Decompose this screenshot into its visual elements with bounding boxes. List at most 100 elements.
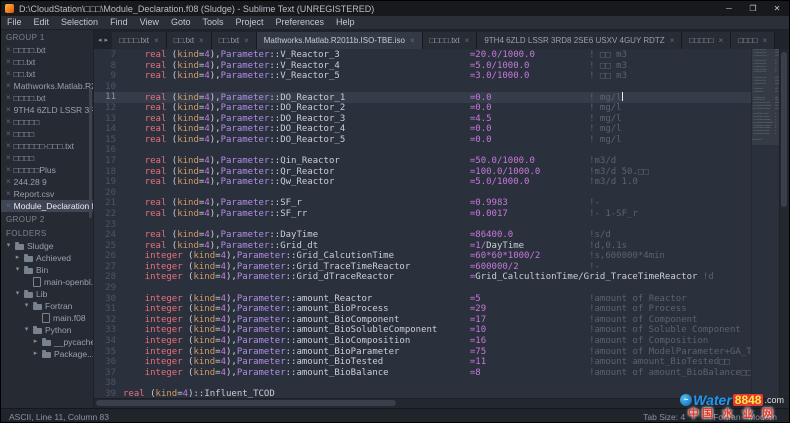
- tab-close-icon[interactable]: ×: [410, 36, 415, 45]
- code-line[interactable]: 21 real (kind=4),Parameter::SF_r =0.9983…: [94, 198, 751, 209]
- code-line[interactable]: 8 real (kind=4),Parameter::V_Reactor_4 =…: [94, 61, 751, 72]
- tree-item[interactable]: ▸ __pycache__: [1, 336, 93, 348]
- code-line[interactable]: 17 real (kind=4),Parameter::Qin_Reactor …: [94, 156, 751, 167]
- code-line[interactable]: 25 real (kind=4),Parameter::Grid_dt =1/D…: [94, 241, 751, 252]
- maximize-button[interactable]: ❐: [741, 1, 765, 16]
- code-line[interactable]: 29: [94, 283, 751, 294]
- code-line[interactable]: 22 real (kind=4),Parameter::SF_rr =0.001…: [94, 209, 751, 220]
- close-file-icon[interactable]: ×: [6, 92, 11, 104]
- open-file-item[interactable]: × □□□□: [1, 152, 93, 164]
- code-line[interactable]: 35 integer (kind=4),Parameter::amount_Bi…: [94, 347, 751, 358]
- vertical-scrollbar[interactable]: [779, 49, 789, 398]
- tab-close-icon[interactable]: ×: [244, 36, 249, 45]
- minimap-viewport[interactable]: [752, 49, 779, 145]
- close-file-icon[interactable]: ×: [6, 68, 11, 80]
- code-line[interactable]: 15 real (kind=4),Parameter::DO_Reactor_5…: [94, 135, 751, 146]
- close-file-icon[interactable]: ×: [6, 44, 11, 56]
- menu-item-file[interactable]: File: [1, 16, 28, 29]
- disclosure-collapsed-icon[interactable]: ▸: [32, 348, 39, 360]
- open-file-item[interactable]: × □□□□□: [1, 116, 93, 128]
- minimize-button[interactable]: ─: [717, 1, 741, 16]
- open-file-item[interactable]: × □□□□.txt: [1, 44, 93, 56]
- menu-item-find[interactable]: Find: [104, 16, 134, 29]
- disclosure-expanded-icon[interactable]: ▾: [23, 300, 30, 312]
- code-line[interactable]: 10: [94, 82, 751, 93]
- open-file-item[interactable]: × Module_Declaration.f: [1, 200, 93, 212]
- code-line[interactable]: 16: [94, 145, 751, 156]
- code-area[interactable]: 7 real (kind=4),Parameter::V_Reactor_3 =…: [94, 49, 751, 398]
- tree-item[interactable]: ▾ Fortran: [1, 300, 93, 312]
- tree-item[interactable]: ▸ Package...: [1, 348, 93, 360]
- code-line[interactable]: 19 real (kind=4),Parameter::Qw_Reactor =…: [94, 177, 751, 188]
- tab-4[interactable]: Mathworks.Matlab.R2011b.ISO-TBE.iso ×: [256, 32, 423, 49]
- menu-item-view[interactable]: View: [134, 16, 165, 29]
- tab-3[interactable]: □□.txt ×: [211, 32, 257, 49]
- disclosure-collapsed-icon[interactable]: ▸: [14, 252, 21, 264]
- open-file-item[interactable]: × 244.28 9: [1, 176, 93, 188]
- tab-2[interactable]: □□.txt ×: [166, 32, 212, 49]
- tree-item[interactable]: main.f08: [1, 312, 93, 324]
- code-line[interactable]: 36 integer (kind=4),Parameter::amount_Bi…: [94, 357, 751, 368]
- code-line[interactable]: 14 real (kind=4),Parameter::DO_Reactor_4…: [94, 124, 751, 135]
- open-file-item[interactable]: ×Mathworks.Matlab.R2...: [1, 80, 93, 92]
- open-file-item[interactable]: × □□□□.txt: [1, 92, 93, 104]
- close-file-icon[interactable]: ×: [6, 80, 11, 92]
- tree-item[interactable]: ▾ Bin: [1, 264, 93, 276]
- tab-6[interactable]: 9TH4 6ZLD LSSR 3RD8 2SE6 USXV 4GUY RDTZ ×: [477, 32, 683, 49]
- code-line[interactable]: 24 real (kind=4),Parameter::DayTime =864…: [94, 230, 751, 241]
- tab-close-icon[interactable]: ×: [465, 36, 470, 45]
- tree-item[interactable]: ▾ Lib: [1, 288, 93, 300]
- code-line[interactable]: 31 integer (kind=4),Parameter::amount_Bi…: [94, 304, 751, 315]
- code-line[interactable]: 33 integer (kind=4),Parameter::amount_Bi…: [94, 325, 751, 336]
- open-file-item[interactable]: × □□□□: [1, 128, 93, 140]
- menu-item-help[interactable]: Help: [330, 16, 361, 29]
- menu-item-goto[interactable]: Goto: [165, 16, 197, 29]
- tree-item[interactable]: main-openbl...: [1, 276, 93, 288]
- disclosure-expanded-icon[interactable]: ▾: [14, 288, 21, 300]
- tab-close-icon[interactable]: ×: [199, 36, 204, 45]
- tab-close-icon[interactable]: ×: [719, 36, 724, 45]
- code-line[interactable]: 20: [94, 188, 751, 199]
- tab-close-icon[interactable]: ×: [670, 36, 675, 45]
- menu-item-project[interactable]: Project: [229, 16, 269, 29]
- code-line[interactable]: 30 integer (kind=4),Parameter::amount_Re…: [94, 294, 751, 305]
- tab-close-icon[interactable]: ×: [154, 36, 159, 45]
- code-line[interactable]: 11 real (kind=4),Parameter::DO_Reactor_1…: [94, 92, 751, 103]
- disclosure-expanded-icon[interactable]: ▾: [23, 324, 30, 336]
- code-line[interactable]: 28 integer (kind=4),Parameter::Grid_dTra…: [94, 272, 751, 283]
- tree-item[interactable]: ▸ Achieved: [1, 252, 93, 264]
- tab-1[interactable]: □□□□.txt ×: [112, 32, 167, 49]
- open-file-item[interactable]: × □□□□□□-□□□.txt: [1, 140, 93, 152]
- code-line[interactable]: 7 real (kind=4),Parameter::V_Reactor_3 =…: [94, 50, 751, 61]
- tab-scroll-left-icon[interactable]: ◂: [98, 36, 102, 44]
- open-file-item[interactable]: × □□□□□Plus: [1, 164, 93, 176]
- horizontal-scrollbar-thumb[interactable]: [96, 400, 396, 406]
- code-line[interactable]: 38: [94, 378, 751, 389]
- tab-8[interactable]: □□□□ ×: [731, 32, 776, 49]
- tab-7[interactable]: □□□□□ ×: [682, 32, 732, 49]
- close-button[interactable]: ✕: [765, 1, 789, 16]
- code-line[interactable]: 37 integer (kind=4),Parameter::amount_Bi…: [94, 368, 751, 379]
- code-line[interactable]: 13 real (kind=4),Parameter::DO_Reactor_3…: [94, 114, 751, 125]
- code-line[interactable]: 39 real (kind=4)::Influent_TCOD: [94, 389, 751, 398]
- tree-item[interactable]: ▾ Python: [1, 324, 93, 336]
- tab-5[interactable]: □□□□.txt ×: [422, 32, 478, 49]
- code-line[interactable]: 12 real (kind=4),Parameter::DO_Reactor_2…: [94, 103, 751, 114]
- close-file-icon[interactable]: ×: [6, 104, 11, 116]
- code-line[interactable]: 18 real (kind=4),Parameter::Qr_Reactor =…: [94, 167, 751, 178]
- code-line[interactable]: 27 integer (kind=4),Parameter::Grid_Trac…: [94, 262, 751, 273]
- close-file-icon[interactable]: ×: [6, 56, 11, 68]
- open-file-item[interactable]: × Report.csv: [1, 188, 93, 200]
- code-line[interactable]: 23: [94, 220, 751, 231]
- close-file-icon[interactable]: ×: [6, 164, 11, 176]
- disclosure-collapsed-icon[interactable]: ▸: [32, 336, 39, 348]
- open-file-item[interactable]: × □□.txt: [1, 56, 93, 68]
- disclosure-expanded-icon[interactable]: ▾: [14, 264, 21, 276]
- open-file-item[interactable]: ×9TH4 6ZLD LSSR 3RD...: [1, 104, 93, 116]
- minimap[interactable]: real (kind=4),Parameter::V_Reactor_3 =20…: [751, 49, 779, 398]
- menu-item-edit[interactable]: Edit: [28, 16, 56, 29]
- close-file-icon[interactable]: ×: [6, 200, 11, 212]
- tab-size-status[interactable]: Tab Size: 4: [643, 412, 685, 422]
- menu-item-selection[interactable]: Selection: [55, 16, 104, 29]
- menu-item-preferences[interactable]: Preferences: [269, 16, 330, 29]
